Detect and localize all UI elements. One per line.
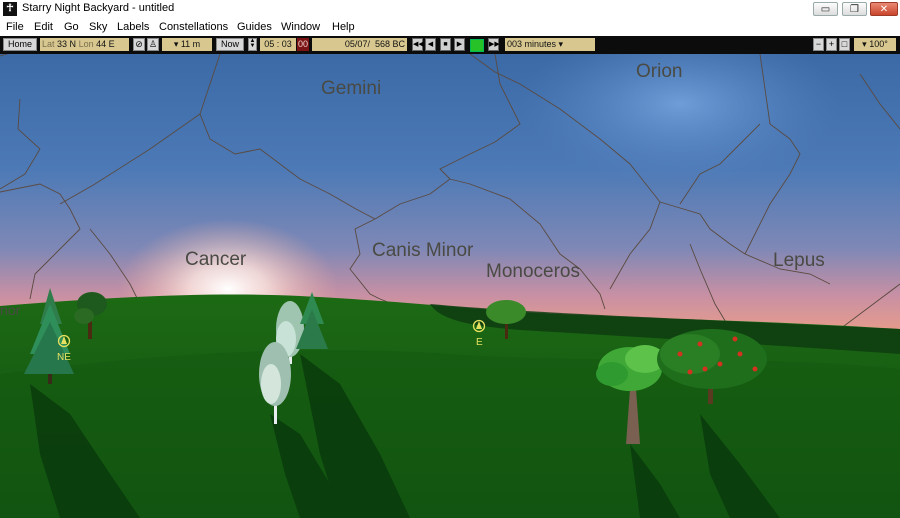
constellation-label-lepus[interactable]: Lepus [773, 250, 825, 272]
year-value: 568 BC [374, 39, 405, 49]
zoom-in-icon[interactable]: + [826, 38, 837, 51]
step-back-icon[interactable]: ◀ [425, 38, 436, 51]
menu-file[interactable]: File [6, 21, 24, 33]
constellation-label-orion[interactable]: Orion [636, 61, 682, 83]
zoom-out-icon[interactable]: − [813, 38, 824, 51]
running-indicator [470, 39, 484, 52]
ground-foreground [0, 350, 900, 518]
telescope-icon[interactable]: ☥ [3, 2, 17, 16]
menu-sky[interactable]: Sky [89, 21, 107, 33]
restore-button[interactable]: ❐ [842, 2, 867, 16]
control-toolbar: Home Lat 33 N Lon 44 E ⊘ ♙ ▾ 11 m Now ▲ ▼… [0, 36, 900, 54]
constellation-label-cancer[interactable]: Cancer [185, 249, 246, 271]
compass-label-e: E [476, 337, 483, 348]
time-field[interactable]: 05 : 03 [260, 38, 296, 51]
location-field[interactable]: Lat 33 N Lon 44 E [40, 38, 129, 51]
date-field[interactable]: 05/07/ 568 BC [312, 38, 407, 51]
time-suffix[interactable]: 00 [297, 38, 309, 51]
menu-window[interactable]: Window [281, 21, 320, 33]
title-bar: ☥ Starry Night Backyard - untitled ▭ ❐ ✕ [0, 0, 900, 19]
minimize-button[interactable]: ▭ [813, 2, 838, 16]
lat-label: Lat [42, 39, 55, 49]
constellation-label-canis-minor[interactable]: Canis Minor [372, 240, 473, 262]
menu-guides[interactable]: Guides [237, 21, 272, 33]
menu-constellations[interactable]: Constellations [159, 21, 228, 33]
elevation-field[interactable]: ▾ 11 m [162, 38, 212, 51]
menu-go[interactable]: Go [64, 21, 79, 33]
menu-bar: File Edit Go Sky Labels Constellations G… [0, 18, 900, 36]
zoom-reset-icon[interactable]: □ [839, 38, 850, 51]
stop-icon[interactable]: ■ [440, 38, 451, 51]
date-value: 05/07/ [344, 39, 370, 49]
constellation-label-gemini[interactable]: Gemini [321, 78, 381, 100]
sky-canvas [0, 54, 900, 518]
home-button[interactable]: Home [3, 38, 37, 51]
sky-view[interactable]: Gemini Orion Cancer Canis Minor Monocero… [0, 54, 900, 518]
close-button[interactable]: ✕ [870, 2, 898, 16]
lon-label: Lon [78, 39, 94, 49]
window-title: Starry Night Backyard - untitled [22, 2, 175, 14]
menu-edit[interactable]: Edit [34, 21, 53, 33]
lon-value: 44 E [96, 39, 115, 49]
time-stepper-icon[interactable]: ▲ ▼ [248, 38, 257, 51]
now-button[interactable]: Now [216, 38, 244, 51]
menu-help[interactable]: Help [332, 21, 355, 33]
compass-label-ne: NE [57, 352, 71, 363]
forward-fast-icon[interactable]: ▶▶ [488, 38, 500, 51]
constellation-label-monoceros[interactable]: Monoceros [486, 261, 580, 283]
constellation-label-partial: nor [0, 302, 21, 318]
step-forward-icon[interactable]: ▶ [454, 38, 465, 51]
figure-icon[interactable]: ♙ [147, 38, 159, 51]
menu-labels[interactable]: Labels [117, 21, 149, 33]
rewind-fast-icon[interactable]: ◀◀ [412, 38, 424, 51]
lat-value: 33 N [57, 39, 77, 49]
lock-icon[interactable]: ⊘ [133, 38, 145, 51]
fov-select[interactable]: ▾ 100° [854, 38, 896, 51]
time-step-select[interactable]: 003 minutes ▾ [505, 38, 595, 51]
